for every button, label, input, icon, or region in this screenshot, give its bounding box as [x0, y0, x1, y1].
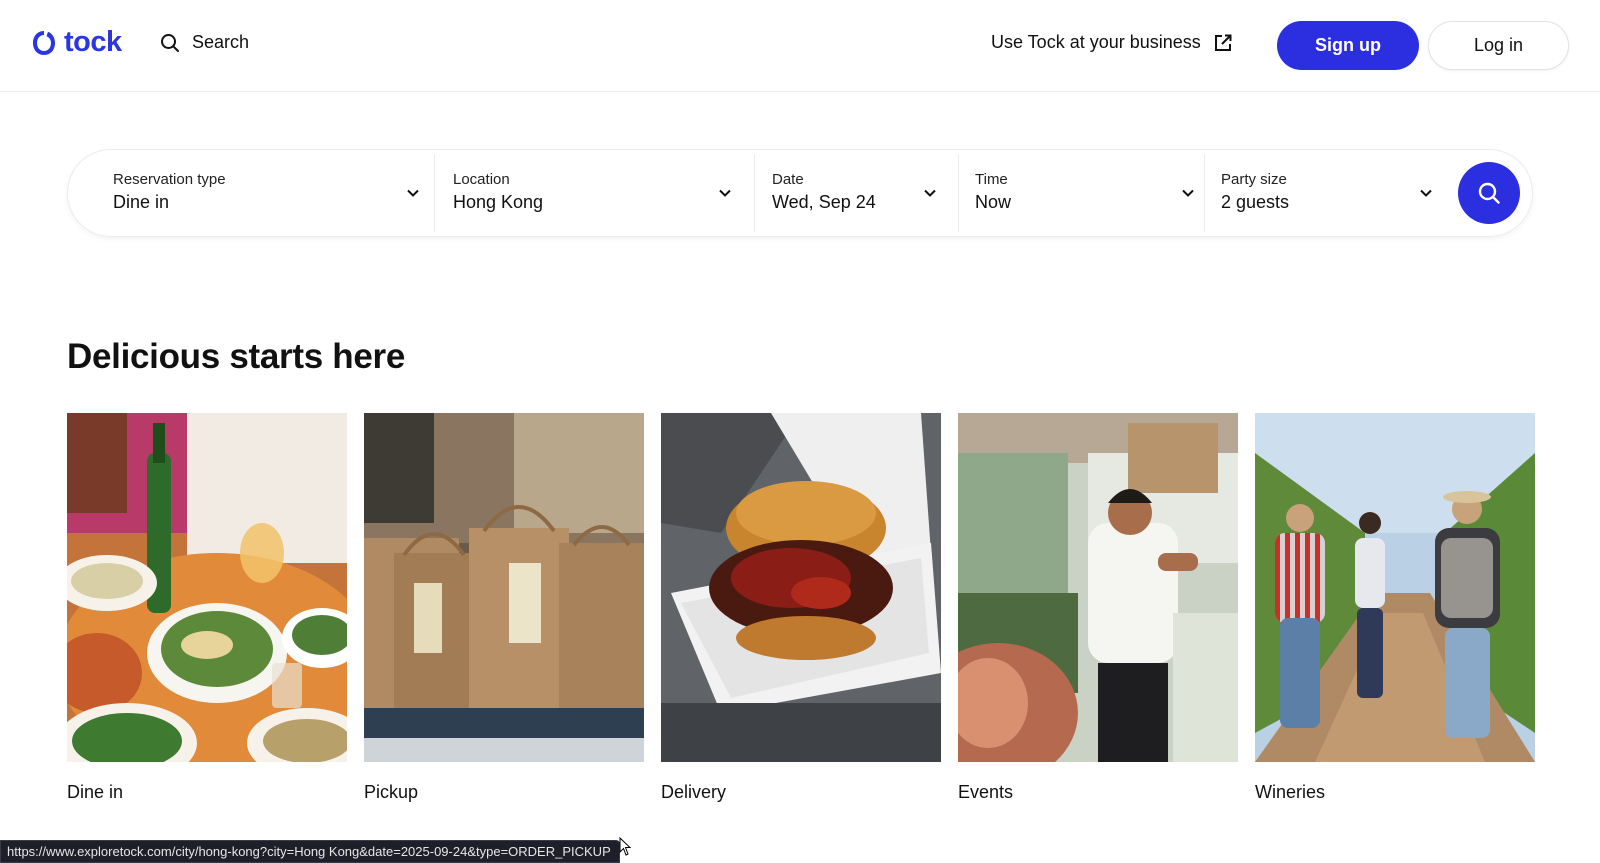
party-size-label: Party size	[1221, 171, 1287, 188]
date-select[interactable]: Date Wed, Sep 24	[755, 150, 958, 236]
category-card-dine-in[interactable]: Dine in	[67, 413, 347, 802]
category-label: Dine in	[67, 782, 124, 802]
business-link-label: Use Tock at your business	[991, 32, 1201, 52]
search-link[interactable]: Search	[160, 32, 249, 53]
chevron-down-icon	[719, 189, 731, 197]
time-select[interactable]: Time Now	[959, 150, 1204, 236]
pickup-bags-photo	[364, 413, 644, 762]
category-card-delivery[interactable]: Delivery	[661, 413, 941, 802]
search-icon	[161, 33, 179, 52]
section-title: Delicious starts here	[67, 337, 406, 376]
reservation-type-label: Reservation type	[113, 171, 226, 188]
time-label: Time	[975, 171, 1008, 188]
tock-logo-icon	[33, 30, 55, 55]
category-label: Wineries	[1255, 782, 1326, 802]
external-link-icon	[1214, 34, 1232, 51]
party-size-value: 2 guests	[1221, 192, 1290, 212]
category-label: Events	[958, 782, 1014, 802]
business-link[interactable]: Use Tock at your business	[991, 32, 1233, 53]
tock-logo[interactable]: tock	[30, 26, 122, 59]
party-size-select[interactable]: Party size 2 guests	[1205, 150, 1450, 236]
location-label: Location	[453, 171, 510, 188]
vineyard-walk-photo	[1255, 413, 1535, 762]
category-label: Delivery	[661, 782, 727, 802]
date-value: Wed, Sep 24	[772, 192, 876, 212]
time-value: Now	[975, 192, 1012, 212]
category-card-events[interactable]: Events	[958, 413, 1238, 802]
dining-table-photo	[67, 413, 347, 762]
top-nav: tock Search Use Tock at your business Si…	[0, 0, 1600, 92]
chevron-down-icon	[924, 189, 936, 197]
status-url-bar: https://www.exploretock.com/city/hong-ko…	[0, 840, 620, 863]
search-icon	[1478, 182, 1500, 204]
logo-text: tock	[64, 26, 122, 58]
chef-event-photo	[958, 413, 1238, 762]
location-select[interactable]: Location Hong Kong	[435, 150, 753, 236]
date-label: Date	[772, 171, 804, 188]
category-label: Pickup	[364, 782, 419, 802]
reservation-type-select[interactable]: Reservation type Dine in	[68, 150, 433, 236]
category-card-pickup[interactable]: Pickup	[364, 413, 644, 802]
reservation-type-value: Dine in	[113, 192, 170, 212]
search-button[interactable]	[1458, 162, 1520, 224]
reservation-search-bar: Reservation type Dine in Location Hong K…	[67, 149, 1533, 237]
mouse-cursor-icon	[619, 837, 632, 856]
signup-button[interactable]: Sign up	[1277, 21, 1419, 70]
location-value: Hong Kong	[453, 192, 544, 212]
search-link-label: Search	[192, 32, 250, 52]
chevron-down-icon	[407, 189, 419, 197]
chevron-down-icon	[1182, 189, 1194, 197]
login-button[interactable]: Log in	[1428, 21, 1569, 70]
chevron-down-icon	[1420, 189, 1432, 197]
burger-container-photo	[661, 413, 941, 762]
category-card-wineries[interactable]: Wineries	[1255, 413, 1535, 802]
